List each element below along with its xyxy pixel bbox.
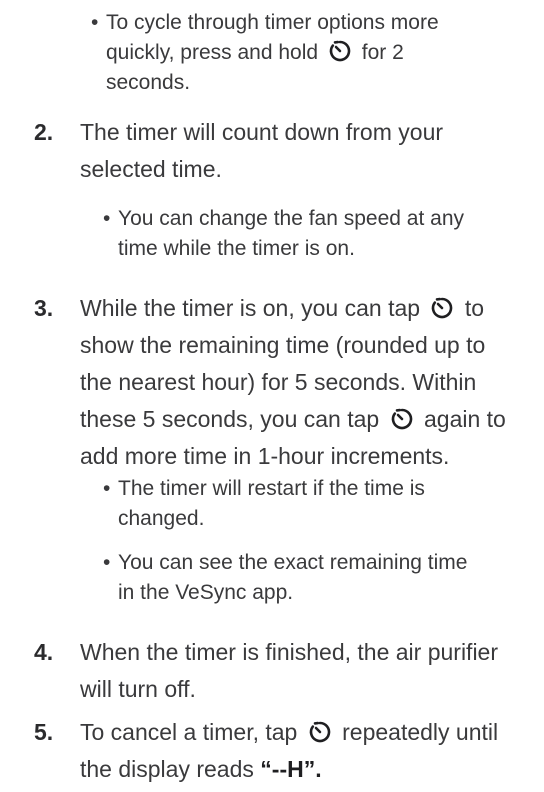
timer-icon xyxy=(391,408,412,430)
timer-icon xyxy=(432,297,453,319)
step-3-text-part1: While the timer is on, you can tap xyxy=(80,295,421,321)
step-5-text: To cancel a timer, tap repeatedly until … xyxy=(80,714,520,788)
bullet-dot: • xyxy=(103,477,111,500)
bullet-dot: • xyxy=(103,207,111,230)
step-4-text: When the timer is finished, the air puri… xyxy=(80,639,499,702)
step-3-bullet-2: • You can see the exact remaining time i… xyxy=(103,548,478,608)
step-number: 2. xyxy=(34,119,54,145)
step-number: 5. xyxy=(34,719,54,745)
step-number: 4. xyxy=(34,639,54,665)
bullet-dot: • xyxy=(91,11,99,34)
bullet-timer-options: • To cycle through timer options more qu… xyxy=(91,8,446,98)
step-3-bullet-1-text: The timer will restart if the time is ch… xyxy=(118,477,425,530)
step-5-text-part1: To cancel a timer, tap xyxy=(80,719,298,745)
timer-icon xyxy=(309,721,331,743)
timer-icon xyxy=(329,40,351,62)
step-3-bullet-2-text: You can see the exact remaining time in … xyxy=(118,551,468,604)
display-reading: “--H”. xyxy=(260,756,322,782)
step-number: 3. xyxy=(34,295,54,321)
step-2-bullet-text: You can change the fan speed at any time… xyxy=(118,207,465,260)
step-3-bullet-1: • The timer will restart if the time is … xyxy=(103,474,458,534)
step-2-bullet: • You can change the fan speed at any ti… xyxy=(103,204,478,264)
bullet-dot: • xyxy=(103,551,111,574)
step-3-text: While the timer is on, you can tap to sh… xyxy=(80,290,520,475)
step-2-text: The timer will count down from your sele… xyxy=(80,119,444,182)
